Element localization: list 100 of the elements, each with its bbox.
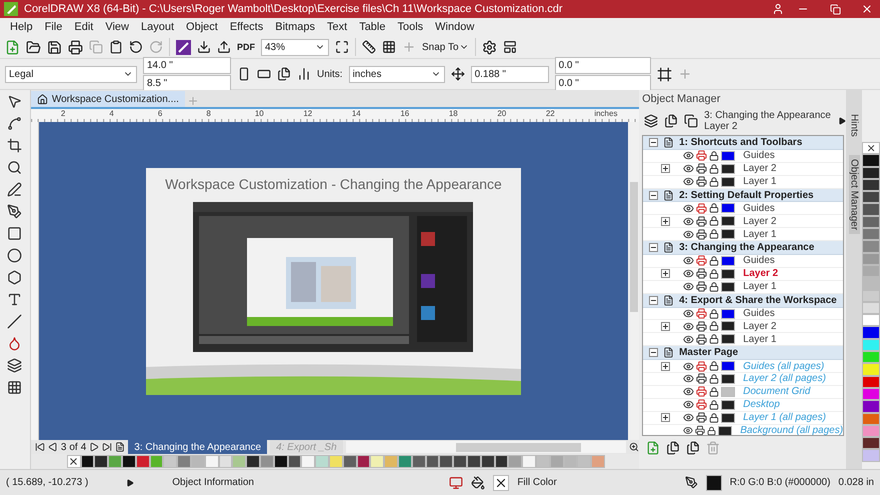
add-page-icon[interactable] xyxy=(115,442,126,452)
layer-name[interactable]: Layer 1 xyxy=(743,281,776,292)
color-swatch[interactable] xyxy=(150,455,164,468)
paste-icon[interactable] xyxy=(109,40,123,54)
layer-color-swatch[interactable] xyxy=(721,176,736,187)
layer-color-swatch[interactable] xyxy=(721,216,736,226)
color-swatch[interactable] xyxy=(862,290,880,302)
layer-name[interactable]: Layer 1 xyxy=(743,176,776,188)
layer-color-swatch[interactable] xyxy=(721,282,736,292)
color-swatch[interactable] xyxy=(536,455,550,468)
printer-icon[interactable] xyxy=(696,308,708,320)
layer-name[interactable]: Layer 2 xyxy=(743,163,776,174)
printer-icon[interactable] xyxy=(696,163,708,174)
color-swatch[interactable] xyxy=(439,455,454,468)
printer-icon[interactable] xyxy=(696,216,708,227)
color-swatch[interactable] xyxy=(80,455,94,468)
expand-icon[interactable] xyxy=(661,413,670,422)
layer-color-swatch[interactable] xyxy=(718,426,732,435)
color-swatch[interactable] xyxy=(862,154,880,167)
color-swatch[interactable] xyxy=(862,314,880,326)
flyout-arrow-icon[interactable] xyxy=(838,117,846,125)
color-swatch[interactable] xyxy=(862,252,880,265)
layer-color-swatch[interactable] xyxy=(721,321,736,332)
color-swatch[interactable] xyxy=(862,424,880,438)
settings-icon[interactable] xyxy=(482,40,497,54)
color-swatch[interactable] xyxy=(288,455,302,468)
zoom-field[interactable]: 43% xyxy=(261,38,329,56)
new-master-layer-icon[interactable] xyxy=(686,441,700,455)
printer-icon[interactable] xyxy=(696,176,708,188)
printer-icon[interactable] xyxy=(696,334,708,345)
layer-name[interactable]: Layer 1 xyxy=(743,228,776,240)
duplicate-x-field[interactable]: 0.0 " xyxy=(554,56,651,74)
layer-properties-icon[interactable] xyxy=(644,114,658,128)
color-swatch[interactable] xyxy=(862,302,880,314)
printer-icon[interactable] xyxy=(696,281,708,292)
layer-color-swatch[interactable] xyxy=(721,361,736,372)
layer-name[interactable]: Guides xyxy=(743,202,775,214)
layer-name[interactable]: Layer 2 xyxy=(743,268,778,280)
color-swatch[interactable] xyxy=(862,376,880,388)
pdf-button[interactable]: PDF xyxy=(237,42,255,52)
color-swatch[interactable] xyxy=(862,264,880,278)
layer-name[interactable]: Guides xyxy=(743,150,775,162)
nudge-icon[interactable] xyxy=(450,67,465,81)
printer-icon[interactable] xyxy=(696,320,708,332)
color-swatch[interactable] xyxy=(426,455,440,468)
collapse-icon[interactable] xyxy=(649,190,658,200)
horizontal-scrollbar[interactable] xyxy=(346,441,626,453)
restore-icon[interactable] xyxy=(830,4,840,14)
color-swatch[interactable] xyxy=(564,455,578,468)
color-swatch[interactable] xyxy=(862,437,880,450)
layer-name[interactable]: Guides xyxy=(743,255,775,266)
color-swatch[interactable] xyxy=(862,178,880,192)
layer-color-swatch[interactable] xyxy=(721,268,736,279)
page-tab[interactable]: 3: Changing the Appearance xyxy=(128,440,268,454)
menu-item[interactable]: Effects xyxy=(224,21,270,33)
user-icon[interactable] xyxy=(772,3,784,15)
zoom-icon[interactable] xyxy=(629,442,640,452)
layer-color-swatch[interactable] xyxy=(721,229,736,240)
color-swatch[interactable] xyxy=(862,400,880,413)
grid-icon[interactable] xyxy=(382,40,396,54)
color-swatch[interactable] xyxy=(862,191,880,204)
page-layout-icon[interactable] xyxy=(297,67,311,81)
color-swatch[interactable] xyxy=(466,455,481,468)
collapse-icon[interactable] xyxy=(649,243,658,252)
color-swatch[interactable] xyxy=(862,351,880,364)
units-select[interactable]: inches xyxy=(348,66,445,82)
expand-icon[interactable] xyxy=(661,164,670,174)
expand-icon[interactable] xyxy=(661,216,670,226)
page-height-field[interactable]: 8.5 " xyxy=(143,74,231,92)
layer-color-swatch[interactable] xyxy=(721,412,736,423)
close-icon[interactable] xyxy=(861,3,873,15)
printer-icon[interactable] xyxy=(696,202,708,214)
page-width-field[interactable]: 14.0 " xyxy=(143,56,231,74)
monitor-icon[interactable] xyxy=(449,476,464,490)
layer-view-icon[interactable] xyxy=(664,114,678,128)
next-page-icon[interactable] xyxy=(89,442,100,452)
docker-tab[interactable]: Object Manager xyxy=(848,154,860,234)
undo-icon[interactable] xyxy=(129,40,143,54)
layout-icon[interactable] xyxy=(502,40,517,54)
printer-icon[interactable] xyxy=(696,255,708,266)
printer-icon[interactable] xyxy=(696,150,708,162)
ruler-icon[interactable] xyxy=(362,40,376,54)
layer-color-swatch[interactable] xyxy=(721,164,736,174)
printer-icon[interactable] xyxy=(696,373,708,384)
color-swatch[interactable] xyxy=(862,449,880,462)
color-swatch[interactable] xyxy=(862,166,880,179)
nudge-field[interactable]: 0.188 " xyxy=(470,66,549,82)
fill-icon[interactable] xyxy=(471,476,486,490)
color-swatch[interactable] xyxy=(190,455,205,468)
page-size-select[interactable]: Legal xyxy=(5,66,137,82)
printer-icon[interactable] xyxy=(696,412,708,424)
color-swatch[interactable] xyxy=(384,455,398,468)
portrait-icon[interactable] xyxy=(237,67,251,81)
menu-item[interactable]: Layout xyxy=(134,21,180,33)
color-swatch[interactable] xyxy=(577,455,592,468)
color-swatch[interactable] xyxy=(453,455,467,468)
color-swatch[interactable] xyxy=(108,455,122,468)
menu-item[interactable]: File xyxy=(38,21,68,33)
last-page-icon[interactable] xyxy=(102,442,112,452)
snap-to-dropdown[interactable]: Snap To xyxy=(422,42,469,52)
